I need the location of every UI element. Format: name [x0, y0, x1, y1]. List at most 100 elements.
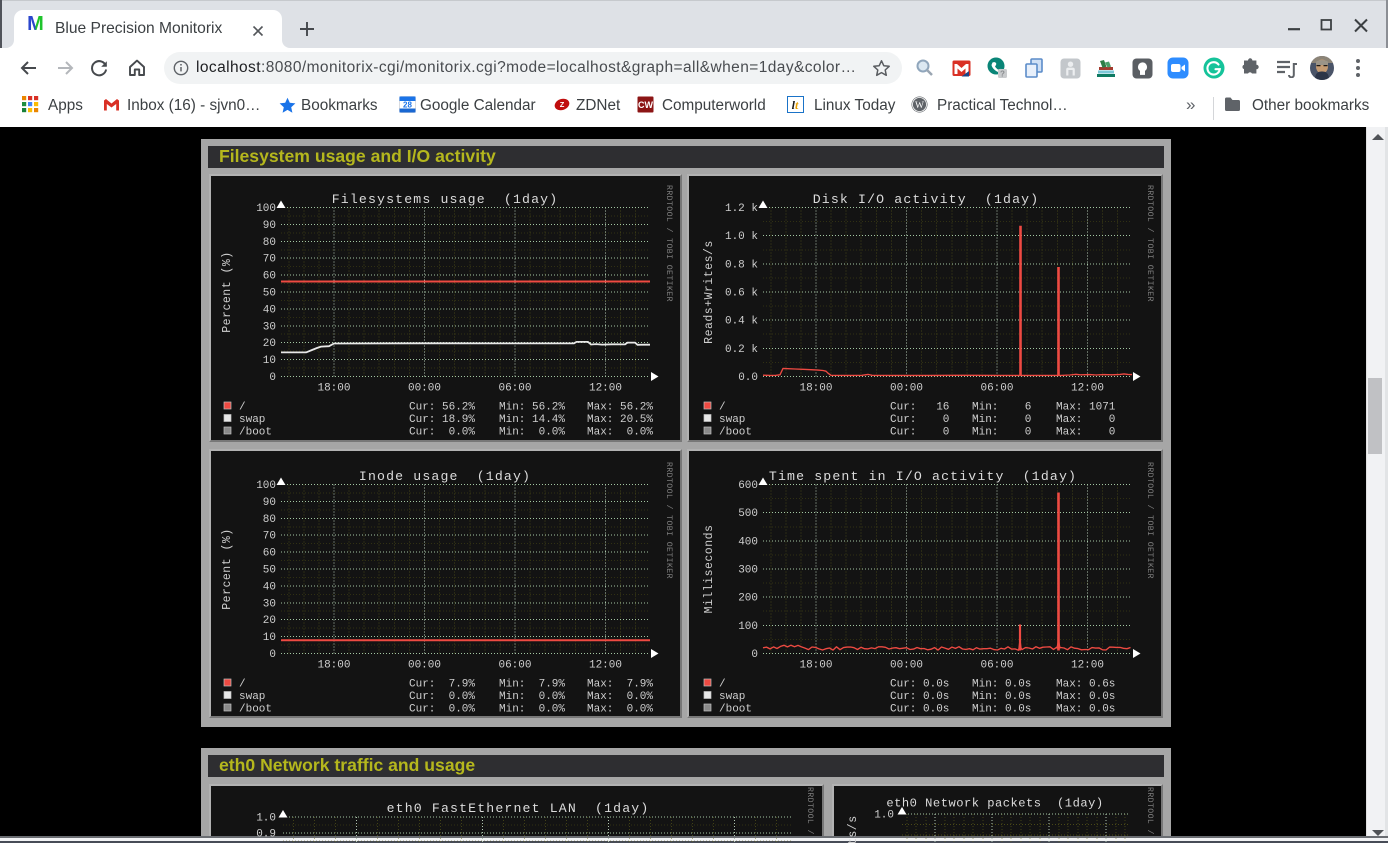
svg-text:70: 70: [263, 254, 276, 266]
svg-text:Inode usage (1day): Inode usage (1day): [359, 469, 531, 484]
svg-text:06:00: 06:00: [980, 660, 1013, 672]
svg-text:Max: 0.0s: Max: 0.0s: [1056, 691, 1115, 703]
svg-text:/: /: [239, 679, 246, 691]
svg-text:Min: 0.0s: Min: 0.0s: [972, 691, 1031, 703]
svg-text:/: /: [239, 402, 246, 414]
svg-text:Max: 0: Max: 0: [1056, 427, 1115, 439]
svg-text:70: 70: [263, 531, 276, 543]
svg-text:Max: 20.5%: Max: 20.5%: [587, 414, 653, 426]
svg-text:Cur: 0.0%: Cur: 0.0%: [409, 691, 475, 703]
svg-text:Cur: 0: Cur: 0: [890, 427, 949, 439]
svg-text:Disk I/O activity (1day): Disk I/O activity (1day): [813, 192, 1040, 207]
svg-text:Time spent in I/O activity (1: Time spent in I/O activity (1day): [769, 469, 1077, 484]
svg-text:RRDTOOL / TOBI OETIKER: RRDTOOL / TOBI OETIKER: [1145, 462, 1155, 579]
svg-text:Min: 14.4%: Min: 14.4%: [499, 414, 565, 426]
svg-text:Min: 0.0%: Min: 0.0%: [499, 704, 565, 716]
svg-text:0: 0: [751, 649, 758, 661]
svg-text:100: 100: [738, 621, 758, 633]
svg-text:Reads+Writes/s: Reads+Writes/s: [703, 240, 716, 344]
svg-text:10: 10: [263, 355, 276, 367]
svg-text:Cur: 0.0s: Cur: 0.0s: [890, 691, 949, 703]
svg-text:00:00: 00:00: [408, 660, 441, 672]
svg-text:0.6 k: 0.6 k: [725, 288, 758, 300]
svg-text:Cur: 0: Cur: 0: [890, 414, 949, 426]
svg-text:0: 0: [269, 372, 276, 384]
svg-text:1.0: 1.0: [256, 813, 276, 825]
svg-text:Milliseconds: Milliseconds: [703, 525, 716, 614]
svg-text:90: 90: [263, 497, 276, 509]
svg-text:18:00: 18:00: [317, 383, 350, 395]
svg-text:Max: 0.0%: Max: 0.0%: [587, 427, 653, 439]
svg-text:400: 400: [738, 536, 758, 548]
svg-text:0.8 k: 0.8 k: [725, 259, 758, 271]
svg-text:Max: 1071: Max: 1071: [1056, 402, 1116, 414]
svg-text:/boot: /boot: [719, 704, 752, 716]
svg-text:Cur: 0.0%: Cur: 0.0%: [409, 704, 475, 716]
svg-text:600: 600: [738, 480, 758, 492]
svg-text:eth0 FastEthernet LAN (1day): eth0 FastEthernet LAN (1day): [387, 801, 650, 816]
svg-text:Min: 56.2%: Min: 56.2%: [499, 402, 565, 414]
svg-text:18:00: 18:00: [799, 383, 832, 395]
svg-text:RRDTOOL / TOBI OETIKER: RRDTOOL / TOBI OETIKER: [664, 462, 674, 579]
svg-text:30: 30: [263, 598, 276, 610]
svg-text:0.4 k: 0.4 k: [725, 316, 758, 328]
svg-text:Min: 0.0%: Min: 0.0%: [499, 427, 565, 439]
svg-text:Max: 56.2%: Max: 56.2%: [587, 402, 653, 414]
svg-text:200: 200: [738, 593, 758, 605]
svg-text:Min: 7.9%: Min: 7.9%: [499, 679, 565, 691]
svg-text:0.0: 0.0: [738, 372, 758, 384]
svg-text:Cur: 18.9%: Cur: 18.9%: [409, 414, 475, 426]
svg-text:50: 50: [263, 565, 276, 577]
svg-text:RRDTOOL / TOBI OETIKER: RRDTOOL / TOBI OETIKER: [1145, 185, 1155, 302]
svg-text:Cur: 0.0s: Cur: 0.0s: [890, 704, 949, 716]
svg-text:Min: 0.0s: Min: 0.0s: [972, 704, 1031, 716]
svg-text:Min: 6: Min: 6: [972, 402, 1031, 414]
svg-text:100: 100: [256, 203, 276, 215]
svg-text:Min: 0: Min: 0: [972, 427, 1031, 439]
svg-text:90: 90: [263, 220, 276, 232]
svg-text:80: 80: [263, 237, 276, 249]
svg-text:Min: 0.0%: Min: 0.0%: [499, 691, 565, 703]
svg-text:Max: 0.0%: Max: 0.0%: [587, 704, 653, 716]
svg-text:RRDTOOL / TOBI OETIKER: RRDTOOL / TOBI OETIKER: [664, 185, 674, 302]
svg-text:Cur: 0.0s: Cur: 0.0s: [890, 679, 949, 691]
svg-text:Percent (%): Percent (%): [221, 251, 234, 332]
svg-text:/: /: [719, 679, 726, 691]
svg-text:80: 80: [263, 514, 276, 526]
svg-text:06:00: 06:00: [498, 383, 531, 395]
svg-text:500: 500: [738, 508, 758, 520]
svg-text:12:00: 12:00: [589, 383, 622, 395]
svg-text:60: 60: [263, 271, 276, 283]
svg-text:00:00: 00:00: [890, 660, 923, 672]
svg-text:Percent (%): Percent (%): [221, 528, 234, 609]
svg-text:RRDTOOL /: RRDTOOL /: [1145, 787, 1155, 835]
svg-text:0.9: 0.9: [256, 829, 276, 841]
svg-text:18:00: 18:00: [317, 660, 350, 672]
svg-text:100: 100: [256, 480, 276, 492]
svg-text:Cur: 0.0%: Cur: 0.0%: [409, 427, 475, 439]
svg-text:swap: swap: [239, 414, 265, 426]
svg-text:Max: 0.6s: Max: 0.6s: [1056, 679, 1115, 691]
svg-text:Cur: 56.2%: Cur: 56.2%: [409, 402, 475, 414]
svg-text:300: 300: [738, 565, 758, 577]
svg-text:20: 20: [263, 615, 276, 627]
svg-text:Min: 0.0s: Min: 0.0s: [972, 679, 1031, 691]
svg-text:1.0 k: 1.0 k: [725, 231, 758, 243]
svg-text:00:00: 00:00: [890, 383, 923, 395]
svg-text:/boot: /boot: [239, 427, 272, 439]
svg-text:40: 40: [263, 304, 276, 316]
svg-text:1.0: 1.0: [874, 810, 894, 822]
svg-text:10: 10: [263, 632, 276, 644]
svg-text:1.2 k: 1.2 k: [725, 203, 758, 215]
svg-text:20: 20: [263, 338, 276, 350]
svg-text:30: 30: [263, 321, 276, 333]
svg-text:Min: 0: Min: 0: [972, 414, 1031, 426]
svg-text:12:00: 12:00: [589, 660, 622, 672]
svg-text:Cur: 16: Cur: 16: [890, 402, 949, 414]
svg-text:Filesystems usage (1day): Filesystems usage (1day): [332, 192, 559, 207]
svg-text:12:00: 12:00: [1071, 660, 1104, 672]
svg-text:/boot: /boot: [719, 427, 752, 439]
svg-text:50: 50: [263, 288, 276, 300]
svg-text:eth0 Network packets (1day): eth0 Network packets (1day): [886, 797, 1103, 811]
svg-text:Max: 0.0%: Max: 0.0%: [587, 691, 653, 703]
